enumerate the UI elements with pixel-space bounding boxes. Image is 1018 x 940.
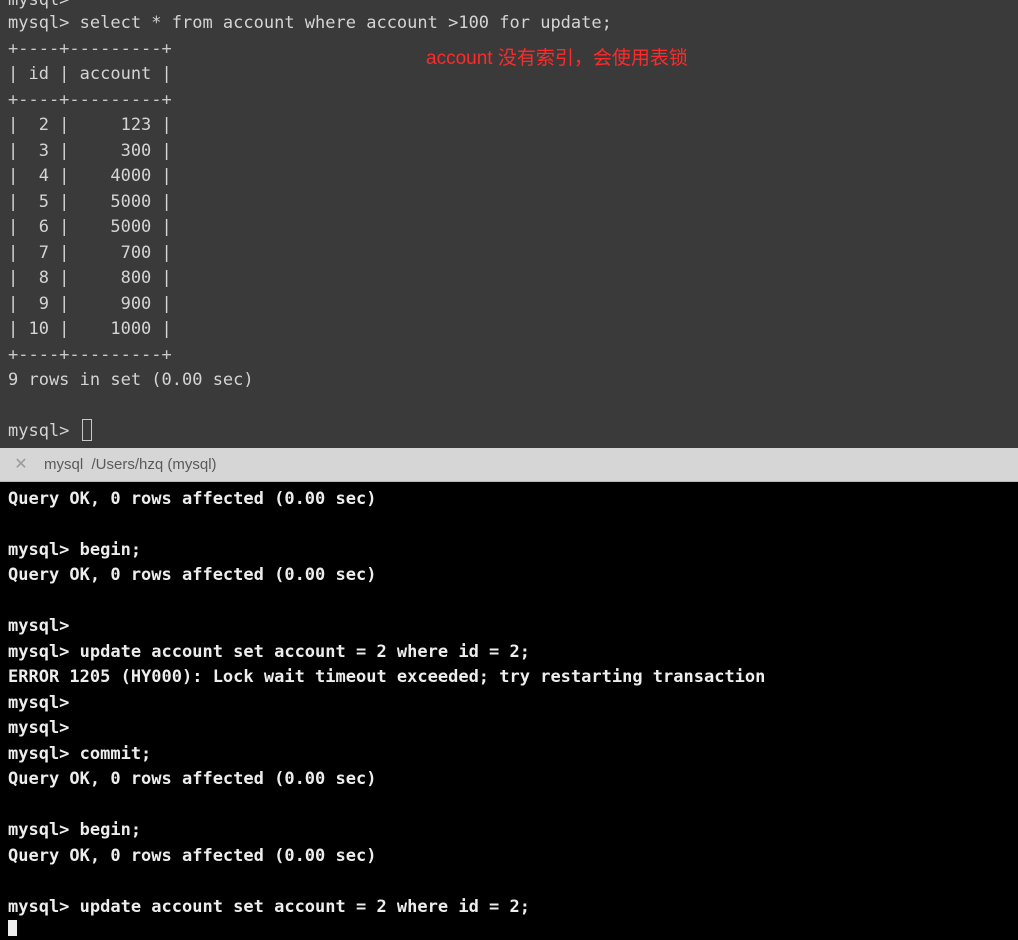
result-summary: 9 rows in set (0.00 sec) <box>8 370 254 390</box>
table-row: | 8 | 800 | <box>8 268 172 288</box>
annotation-note: account 没有索引，会使用表锁 <box>426 48 688 69</box>
table-border: +----+---------+ <box>8 345 172 365</box>
bottom-terminal-pane[interactable]: Query OK, 0 rows affected (0.00 sec) mys… <box>0 482 1018 940</box>
close-icon[interactable]: ✕ <box>12 454 30 474</box>
table-row: | 9 | 900 | <box>8 294 172 314</box>
terminal-line: mysql> <box>8 718 70 738</box>
terminal-line: Query OK, 0 rows affected (0.00 sec) <box>8 769 377 789</box>
table-header: | id | account | <box>8 64 172 84</box>
table-row: | 6 | 5000 | <box>8 217 172 237</box>
table-row: | 4 | 4000 | <box>8 166 172 186</box>
error-message: ERROR 1205 (HY000): Lock wait timeout ex… <box>8 667 766 687</box>
terminal-line: mysql> <box>8 616 70 636</box>
terminal-line: mysql> update account set account = 2 wh… <box>8 897 530 917</box>
table-border: +----+---------+ <box>8 90 172 110</box>
tab-title: mysql /Users/hzq (mysql) <box>44 456 217 473</box>
terminal-line: mysql> select * from account where accou… <box>8 13 612 33</box>
top-terminal-pane[interactable]: mysql> mysql> select * from account wher… <box>0 0 1018 448</box>
terminal-line: Query OK, 0 rows affected (0.00 sec) <box>8 565 377 585</box>
table-row: | 7 | 700 | <box>8 243 172 263</box>
table-row: | 10 | 1000 | <box>8 319 172 339</box>
table-row: | 5 | 5000 | <box>8 192 172 212</box>
terminal-line: mysql> update account set account = 2 wh… <box>8 642 530 662</box>
terminal-tab[interactable]: ✕ mysql /Users/hzq (mysql) <box>0 448 1018 482</box>
terminal-line: mysql> commit; <box>8 744 152 764</box>
terminal-line: mysql> begin; <box>8 540 142 560</box>
table-row: | 2 | 123 | <box>8 115 172 135</box>
terminal-line: mysql> <box>8 693 70 713</box>
terminal-line: Query OK, 0 rows affected (0.00 sec) <box>8 489 377 509</box>
mysql-prompt: mysql> <box>8 421 80 441</box>
terminal-line: mysql> <box>8 0 70 10</box>
terminal-line: Query OK, 0 rows affected (0.00 sec) <box>8 846 377 866</box>
block-cursor <box>8 920 17 936</box>
table-row: | 3 | 300 | <box>8 141 172 161</box>
text-cursor <box>82 419 92 441</box>
terminal-window: mysql> mysql> select * from account wher… <box>0 0 1018 940</box>
terminal-line: mysql> begin; <box>8 820 142 840</box>
table-border: +----+---------+ <box>8 39 172 59</box>
